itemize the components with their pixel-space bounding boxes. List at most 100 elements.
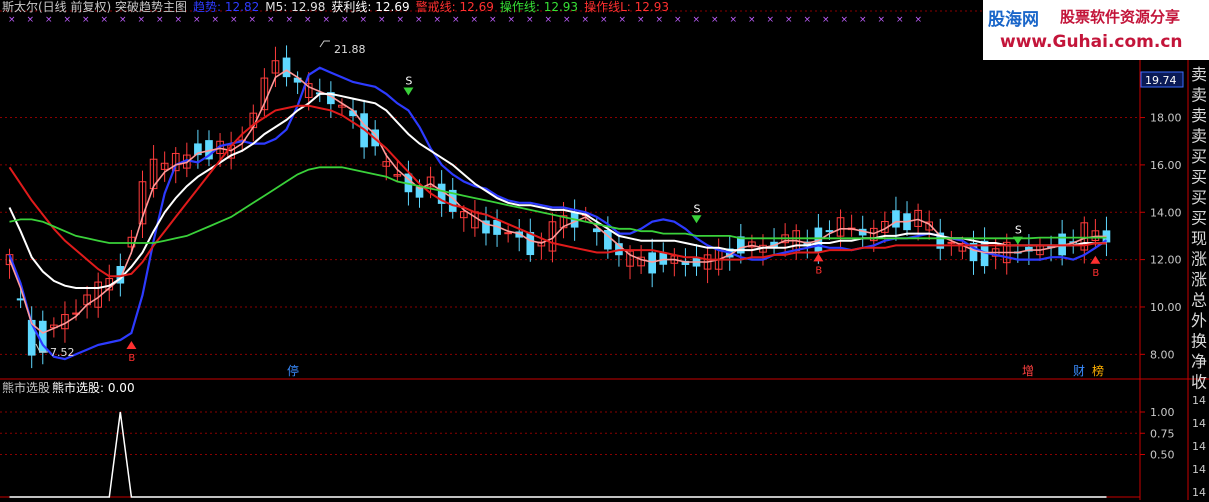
cross-mark: × bbox=[563, 15, 571, 25]
buy-marker: B bbox=[1092, 268, 1099, 279]
sub-panel-value: 熊市选股: 0.00 bbox=[52, 380, 135, 395]
cross-mark: × bbox=[693, 15, 701, 25]
sub-y-tick-label: 0.75 bbox=[1150, 427, 1175, 440]
cross-mark: × bbox=[637, 15, 645, 25]
right-signal: 外 bbox=[1191, 311, 1207, 330]
cross-mark: × bbox=[397, 15, 405, 25]
stock-chart-canvas: S S S B B B 8.00 10.00 12.00 14.00 16.00 18.00 0.5… bbox=[0, 0, 1209, 500]
right-signal: 涨 bbox=[1191, 270, 1207, 289]
cross-mark: × bbox=[378, 15, 386, 25]
buy-arrow bbox=[813, 253, 824, 262]
sell-arrow bbox=[1012, 236, 1023, 245]
right-signal: 净 bbox=[1191, 352, 1207, 371]
sub-right-value: 14 bbox=[1192, 440, 1206, 453]
cross-mark: × bbox=[656, 15, 664, 25]
right-signal: 卖 bbox=[1191, 127, 1207, 146]
cross-mark: × bbox=[138, 15, 146, 25]
cross-mark: × bbox=[434, 15, 442, 25]
buy-marker: B bbox=[128, 353, 135, 364]
legend-item-5: 操作线: 12.93 bbox=[500, 0, 578, 14]
candle-body bbox=[526, 231, 535, 256]
sub-indicator-panel: 0.50 0.75 1.00 14 14 14 14 14 bbox=[0, 394, 1206, 499]
cross-mark: × bbox=[82, 15, 90, 25]
right-signal: 收 bbox=[1191, 373, 1207, 392]
right-signal: 总 bbox=[1191, 291, 1207, 310]
right-signal: 卖 bbox=[1191, 86, 1207, 105]
cross-mark: × bbox=[545, 15, 553, 25]
right-signal: 换 bbox=[1191, 332, 1207, 351]
cross-mark: × bbox=[249, 15, 257, 25]
cross-mark: × bbox=[323, 15, 331, 25]
cross-mark: × bbox=[304, 15, 312, 25]
legend-item-2: M5: 12.98 bbox=[265, 0, 325, 14]
right-signal: 买 bbox=[1191, 209, 1207, 228]
price-axis: 8.00 10.00 12.00 14.00 16.00 18.00 bbox=[1140, 112, 1182, 361]
right-signal: 涨 bbox=[1191, 250, 1207, 269]
series-line-2 bbox=[8, 92, 1107, 289]
y-tick-label: 12.00 bbox=[1150, 254, 1182, 267]
cross-mark: × bbox=[915, 15, 923, 25]
right-signal: 卖 bbox=[1191, 106, 1207, 125]
sub-right-value: 14 bbox=[1192, 463, 1206, 476]
current-price-label: 19.74 bbox=[1145, 74, 1177, 87]
watermark-url: www.Guhai.com.cn bbox=[1000, 32, 1183, 52]
current-price-box: 19.74 bbox=[1140, 71, 1184, 88]
cross-mark: × bbox=[859, 15, 867, 25]
sub-right-value: 14 bbox=[1192, 394, 1206, 407]
candle-body bbox=[892, 210, 900, 228]
right-signal: 买 bbox=[1191, 147, 1207, 166]
series-line-3 bbox=[8, 104, 1107, 278]
cross-mark: × bbox=[230, 15, 238, 25]
y-tick-label: 10.00 bbox=[1150, 301, 1182, 314]
cross-mark: × bbox=[212, 15, 220, 25]
cross-mark: × bbox=[748, 15, 756, 25]
sell-arrow bbox=[403, 87, 414, 96]
cross-mark: × bbox=[156, 15, 164, 25]
cross-mark: × bbox=[45, 15, 53, 25]
cross-mark: × bbox=[674, 15, 682, 25]
cross-mark: × bbox=[582, 15, 590, 25]
cross-mark: × bbox=[360, 15, 368, 25]
cross-mark: × bbox=[27, 15, 35, 25]
legend-item-4: 警戒线: 12.69 bbox=[416, 0, 494, 14]
cross-mark: × bbox=[286, 15, 294, 25]
cross-mark: × bbox=[508, 15, 516, 25]
right-signal: 现 bbox=[1191, 229, 1207, 248]
cross-mark: × bbox=[471, 15, 479, 25]
cross-mark: × bbox=[452, 15, 460, 25]
sub-y-tick-label: 0.50 bbox=[1150, 449, 1175, 462]
cross-mark: × bbox=[415, 15, 423, 25]
chart-frame bbox=[0, 10, 1209, 500]
sell-marker: S bbox=[405, 74, 412, 87]
legend-item-6: 操作线L: 12.93 bbox=[584, 0, 669, 14]
y-tick-label: 18.00 bbox=[1150, 112, 1182, 125]
signal-markers: S S S B B B bbox=[126, 74, 1101, 364]
series-line-0 bbox=[8, 66, 1108, 361]
indicator-legend: 斯太尔(日线 前复权) 突破趋势主图 趋势: 12.82 M5: 12.98 获利线:… bbox=[2, 0, 669, 14]
sub-panel-title: 熊市选股 bbox=[2, 380, 50, 395]
event-tag: 财 bbox=[1073, 364, 1085, 378]
buy-marker: B bbox=[815, 265, 822, 276]
cross-mark: × bbox=[341, 15, 349, 25]
candle-body bbox=[282, 57, 291, 78]
cross-mark: × bbox=[822, 15, 830, 25]
sub-right-value: 14 bbox=[1192, 417, 1206, 430]
cross-mark: × bbox=[119, 15, 127, 25]
cross-mark: × bbox=[619, 15, 627, 25]
y-tick-label: 8.00 bbox=[1150, 348, 1175, 361]
sell-marker: S bbox=[1015, 224, 1022, 237]
cross-mark: × bbox=[785, 15, 793, 25]
cross-mark: × bbox=[64, 15, 72, 25]
sub-right-value: 14 bbox=[1192, 486, 1206, 499]
low-label: 7.52 bbox=[50, 346, 75, 359]
candle-body bbox=[659, 252, 668, 265]
candle-body bbox=[16, 298, 25, 301]
right-signal: 买 bbox=[1191, 188, 1207, 207]
cross-mark: × bbox=[193, 15, 201, 25]
y-tick-label: 16.00 bbox=[1150, 159, 1182, 172]
event-tag: 榜 bbox=[1092, 363, 1104, 378]
buy-arrow bbox=[126, 341, 137, 350]
cross-mark: × bbox=[730, 15, 738, 25]
signal-cross-row: × × × × × × × × × × × × × × × × × × × × × × × × × × × × × × × × × × × × × × × ×… bbox=[8, 15, 922, 25]
cross-mark: × bbox=[841, 15, 849, 25]
